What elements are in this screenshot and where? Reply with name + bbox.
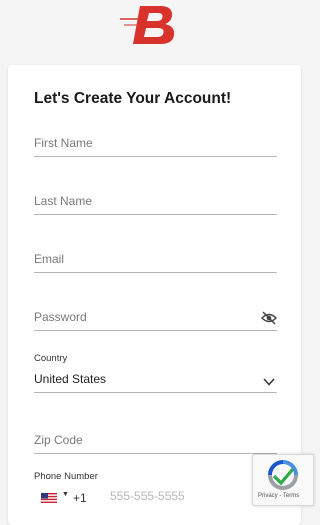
phone-label: Phone Number — [34, 471, 98, 482]
dial-code: +1 — [73, 491, 87, 505]
password-field — [34, 300, 277, 331]
phone-input[interactable] — [110, 489, 250, 503]
eye-off-icon[interactable] — [261, 311, 277, 325]
email-field — [34, 242, 277, 273]
email-input[interactable] — [34, 252, 249, 266]
header — [0, 0, 310, 60]
first-name-field — [34, 126, 277, 157]
phone-field: ▼ +1 — [34, 488, 277, 508]
country-select[interactable]: United States — [34, 370, 277, 393]
last-name-input[interactable] — [34, 194, 249, 208]
first-name-input[interactable] — [34, 136, 249, 150]
us-flag-icon[interactable] — [41, 493, 57, 503]
zip-code-field — [34, 423, 277, 454]
recaptcha-icon — [268, 460, 298, 490]
recaptcha-links[interactable]: Privacy - Terms — [258, 493, 299, 499]
brand-logo — [120, 6, 175, 44]
page-title: Let's Create Your Account! — [34, 90, 232, 107]
last-name-field — [34, 184, 277, 215]
country-selected-value: United States — [34, 372, 107, 386]
zip-code-input[interactable] — [34, 433, 249, 447]
recaptcha-badge[interactable]: Privacy - Terms — [252, 454, 314, 506]
country-label: Country — [34, 353, 68, 364]
password-input[interactable] — [34, 310, 249, 324]
country-code-caret-icon[interactable]: ▼ — [62, 491, 69, 498]
chevron-down-icon — [263, 378, 275, 386]
